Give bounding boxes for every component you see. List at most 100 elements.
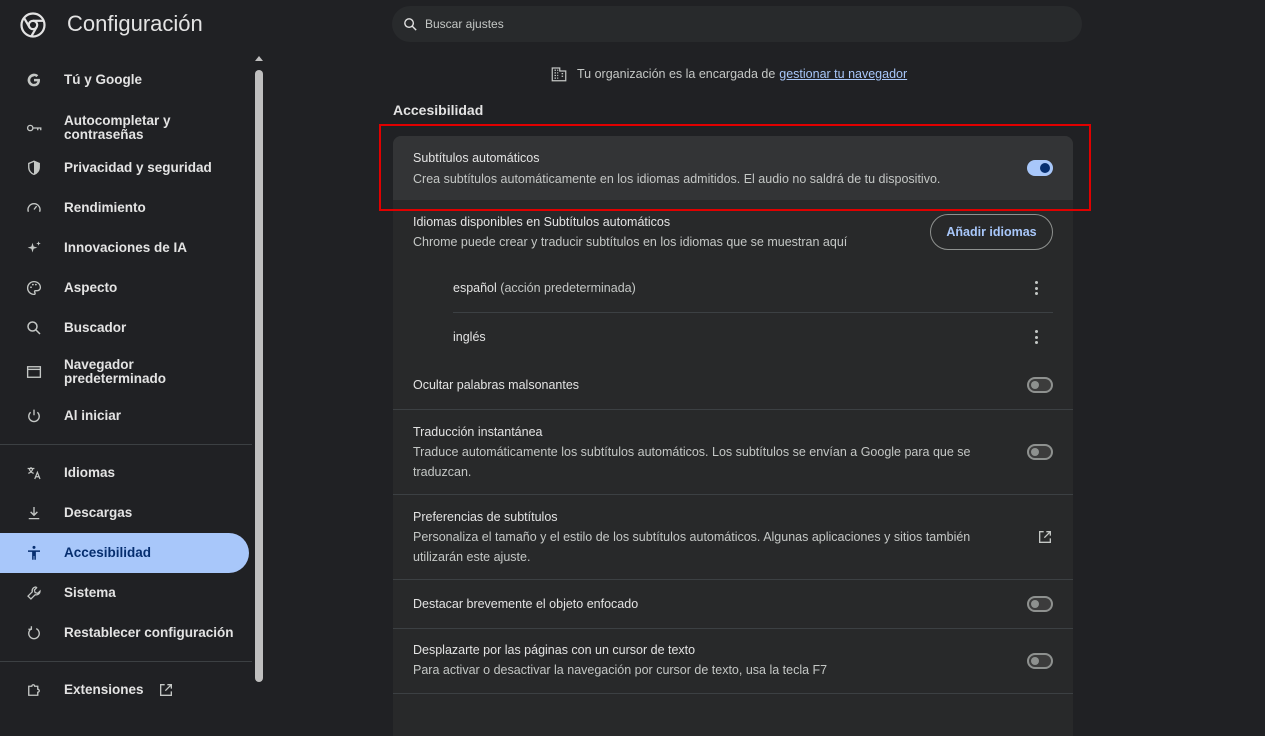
accessibility-card: Subtítulos automáticos Crea subtítulos a… [393, 136, 1073, 736]
sidebar-item-label: Idiomas [64, 465, 116, 480]
profanity-filter-toggle[interactable] [1027, 377, 1053, 393]
sidebar-item-reset[interactable]: Restablecer configuración [0, 613, 249, 653]
add-languages-button[interactable]: Añadir idiomas [930, 214, 1053, 250]
sidebar-item-languages[interactable]: Idiomas [0, 453, 249, 493]
caption-preferences-desc-1: Personaliza el tamaño y el estilo de los… [413, 530, 971, 544]
caret-browsing-title: Desplazarte por las páginas con un curso… [413, 643, 696, 657]
live-translate-row[interactable]: Traducción instantánea Traduce automátic… [393, 410, 1073, 494]
sidebar-item-label: Extensiones [64, 682, 144, 697]
live-caption-row[interactable]: Subtítulos automáticos Crea subtítulos a… [393, 136, 1073, 200]
live-translate-toggle[interactable] [1027, 444, 1053, 460]
wrench-icon [24, 583, 44, 603]
sidebar-item-default-browser[interactable]: Navegador predeterminado [0, 348, 249, 396]
sidebar-item-label: Restablecer configuración [64, 625, 234, 640]
sidebar-item-search-engine[interactable]: Buscador [0, 308, 249, 348]
search-input[interactable] [425, 17, 1025, 31]
sidebar-item-ai[interactable]: Innovaciones de IA [0, 228, 249, 268]
open-in-new-icon [159, 684, 172, 696]
sidebar-item-label: Tú y Google [64, 72, 143, 87]
palette-icon [24, 278, 44, 298]
managed-banner-text: Tu organización es la encargada de [577, 67, 776, 81]
live-translate-desc-2: traduzcan. [413, 465, 472, 479]
caption-languages-row: Idiomas disponibles en Subtítulos automá… [393, 200, 1073, 344]
sidebar-item-label: Privacidad y seguridad [64, 160, 212, 175]
speedometer-icon [24, 198, 44, 218]
caption-preferences-row[interactable]: Preferencias de subtítulos Personaliza e… [393, 495, 1073, 579]
language-name: español [453, 281, 497, 295]
live-translate-title: Traducción instantánea [413, 425, 543, 439]
chrome-logo-icon [20, 12, 46, 38]
sidebar-item-label: Autocompletar y contraseñas [64, 113, 171, 142]
managed-banner: Tu organización es la encargada de gesti… [550, 65, 907, 83]
building-icon [551, 67, 567, 82]
language-name: inglés [453, 330, 486, 344]
sidebar-item-label: Innovaciones de IA [64, 240, 188, 255]
language-item: español (acción predeterminada) [453, 281, 636, 295]
caption-languages-desc: Chrome puede crear y traducir subtítulos… [413, 235, 848, 249]
focus-highlight-title: Destacar brevemente el objeto enfocado [413, 597, 639, 611]
page-title: Configuración [67, 11, 203, 36]
download-icon [24, 503, 44, 523]
section-title: Accesibilidad [393, 102, 484, 118]
app-header: Configuración [0, 0, 1265, 52]
live-caption-title: Subtítulos automáticos [413, 151, 540, 165]
puzzle-icon [24, 680, 44, 700]
sidebar-item-downloads[interactable]: Descargas [0, 493, 249, 533]
caret-browsing-toggle[interactable] [1027, 653, 1053, 669]
sidebar-divider [0, 661, 252, 662]
sidebar-item-privacy[interactable]: Privacidad y seguridad [0, 148, 249, 188]
sidebar-scrollbar[interactable] [253, 52, 265, 700]
language-divider [453, 312, 1053, 313]
caret-browsing-desc: Para activar o desactivar la navegación … [413, 663, 828, 677]
live-translate-desc-1: Traduce automáticamente los subtítulos a… [413, 445, 971, 459]
search-box[interactable] [392, 6, 1082, 42]
caret-browsing-row[interactable]: Desplazarte por las páginas con un curso… [393, 629, 1073, 693]
sparkle-icon [24, 238, 44, 258]
search-icon [24, 318, 44, 338]
reset-icon [24, 623, 44, 643]
translate-icon [24, 463, 44, 483]
focus-highlight-row[interactable]: Destacar brevemente el objeto enfocado [393, 580, 1073, 628]
row-divider [393, 693, 1073, 694]
caption-preferences-desc-2: utilizarán este ajuste. [413, 550, 531, 564]
sidebar-divider [0, 444, 252, 445]
sidebar-item-label: Buscador [64, 320, 127, 335]
scrollbar-thumb[interactable] [255, 70, 263, 682]
manage-browser-link[interactable]: gestionar tu navegador [779, 67, 907, 81]
sidebar-item-label: Aspecto [64, 280, 118, 295]
sidebar-item-system[interactable]: Sistema [0, 573, 249, 613]
sidebar-item-on-startup[interactable]: Al iniciar [0, 396, 249, 436]
google-icon [24, 70, 44, 90]
caption-languages-title: Idiomas disponibles en Subtítulos automá… [413, 215, 671, 229]
sidebar-item-appearance[interactable]: Aspecto [0, 268, 249, 308]
sidebar-item-you-and-google[interactable]: Tú y Google [0, 60, 249, 100]
sidebar-item-label: Descargas [64, 505, 133, 520]
sidebar-item-label: Sistema [64, 585, 116, 600]
more-options-icon[interactable] [1031, 279, 1041, 297]
sidebar-item-extensions[interactable]: Extensiones [0, 670, 249, 710]
sidebar-item-label: Accesibilidad [64, 545, 152, 560]
language-item: inglés [453, 330, 486, 344]
key-icon [24, 118, 44, 138]
live-caption-toggle[interactable] [1027, 160, 1053, 176]
accessibility-icon [24, 543, 44, 563]
scroll-up-arrow-icon[interactable] [255, 56, 263, 61]
sidebar-item-accessibility[interactable]: Accesibilidad [0, 533, 249, 573]
sidebar-item-autofill[interactable]: Autocompletar y contraseñas [0, 104, 249, 152]
sidebar-item-label: Navegador predeterminado [64, 357, 167, 386]
language-default-tag: (acción predeterminada) [500, 281, 636, 295]
caption-preferences-title: Preferencias de subtítulos [413, 510, 558, 524]
live-caption-desc: Crea subtítulos automáticamente en los i… [413, 172, 941, 186]
focus-highlight-toggle[interactable] [1027, 596, 1053, 612]
sidebar-item-performance[interactable]: Rendimiento [0, 188, 249, 228]
shield-icon [24, 158, 44, 178]
profanity-filter-title: Ocultar palabras malsonantes [413, 378, 580, 392]
sidebar: Tú y Google Autocompletar y contraseñas … [0, 52, 252, 700]
more-options-icon[interactable] [1031, 328, 1041, 346]
profanity-filter-row[interactable]: Ocultar palabras malsonantes [393, 360, 1073, 410]
open-in-new-icon[interactable] [1037, 529, 1053, 545]
sidebar-item-label: Al iniciar [64, 408, 122, 423]
browser-window-icon [24, 362, 44, 382]
power-icon [24, 406, 44, 426]
search-icon [404, 17, 417, 31]
